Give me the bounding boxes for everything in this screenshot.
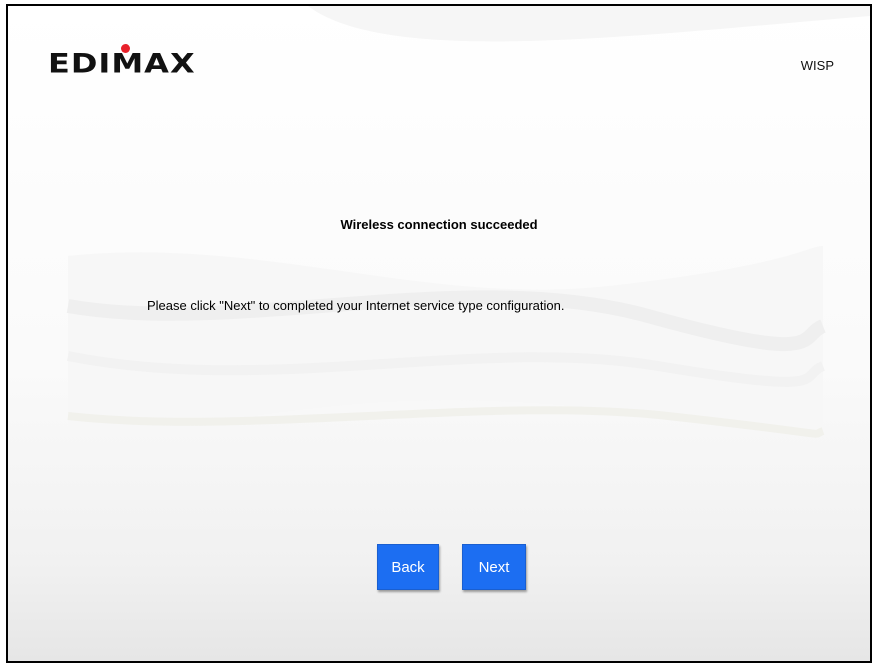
logo-dot — [121, 44, 130, 53]
mode-label: WISP — [800, 58, 834, 73]
instruction-message: Please click "Next" to completed your In… — [147, 298, 565, 313]
back-button[interactable]: Back — [377, 544, 439, 590]
background-waves — [66, 6, 870, 438]
wizard-page: EDIMAX WISP Wireless connection succeede… — [6, 4, 872, 663]
logo-text: EDIMAX — [48, 48, 196, 80]
status-headline: Wireless connection succeeded — [340, 217, 538, 232]
edimax-logo: EDIMAX — [48, 44, 218, 88]
next-button[interactable]: Next — [462, 544, 526, 590]
